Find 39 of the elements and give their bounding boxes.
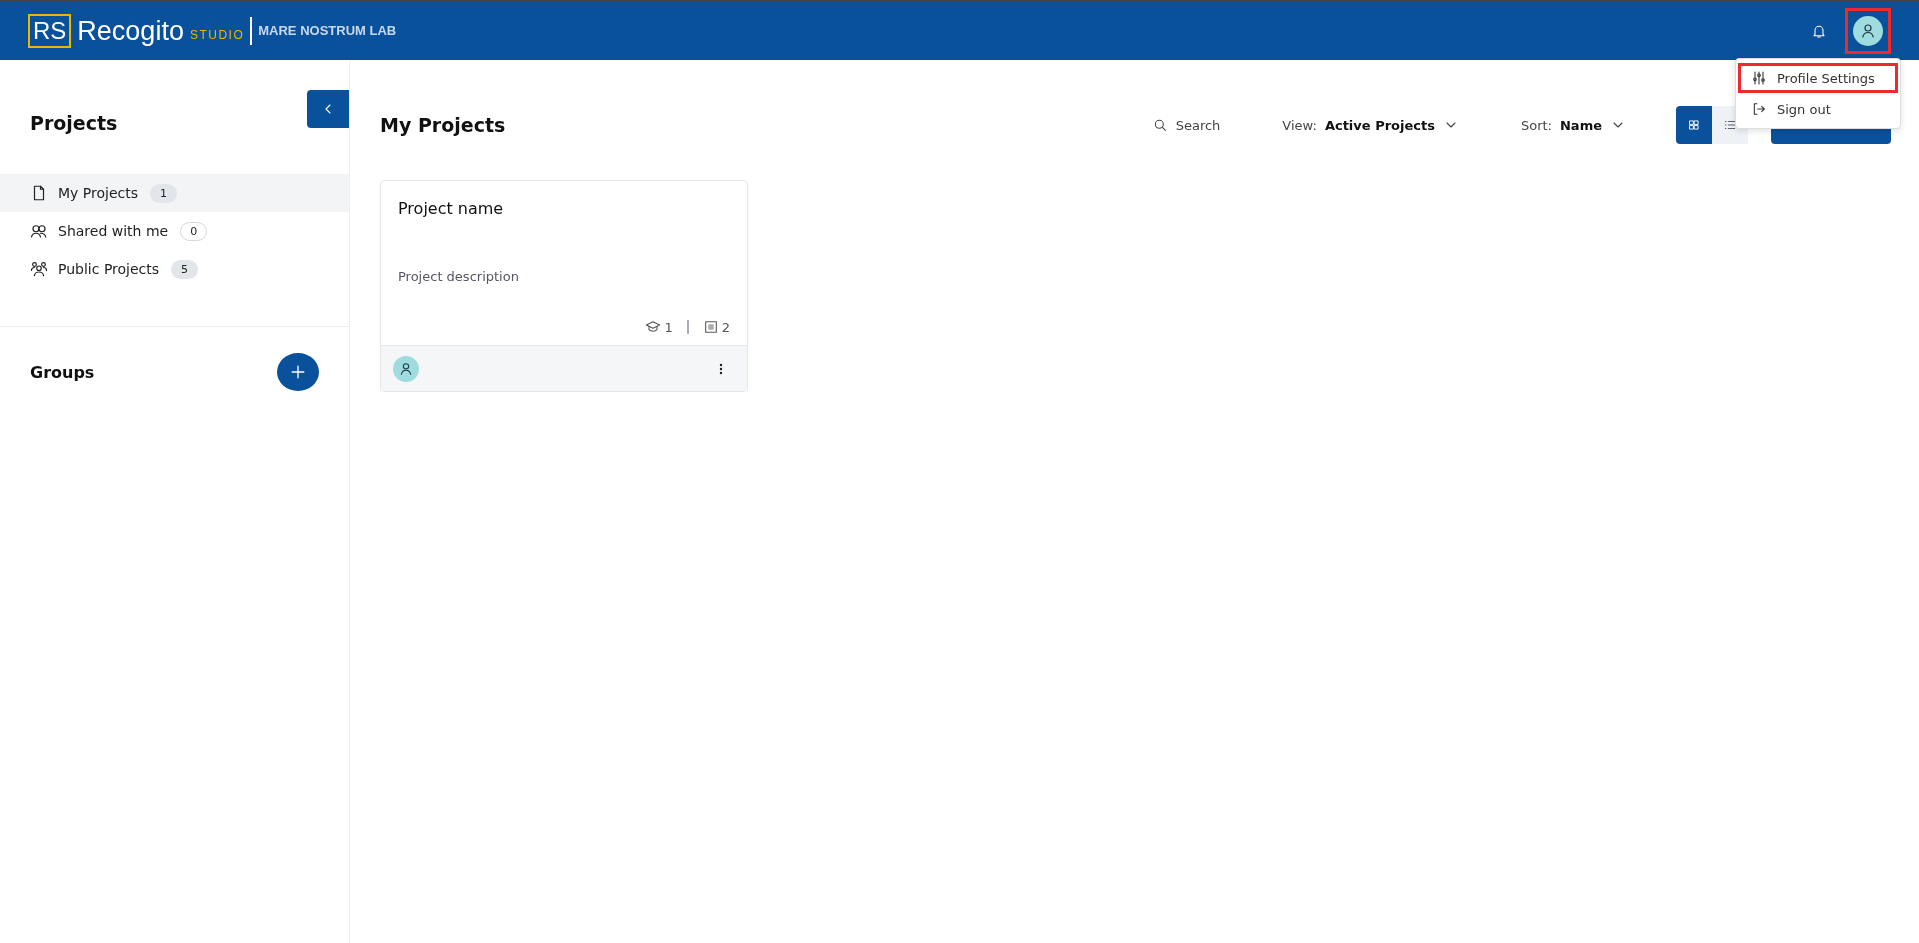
- sidebar-item-label: Shared with me: [58, 223, 169, 239]
- list-icon: [1723, 118, 1737, 132]
- search-button[interactable]: Search: [1145, 116, 1227, 134]
- user-avatar[interactable]: [1853, 16, 1883, 46]
- sign-out-icon: [1751, 101, 1767, 117]
- page-title: My Projects: [380, 114, 507, 136]
- logo-mark: RS: [28, 14, 72, 48]
- brand-name: Recogito: [77, 15, 184, 47]
- project-description: Project description: [397, 268, 520, 286]
- sliders-icon: [1751, 70, 1767, 86]
- menu-item[interactable]: Profile Settings: [1738, 63, 1898, 93]
- sidebar-item-label: My Projects: [58, 185, 138, 201]
- document-count: 2: [721, 319, 730, 335]
- sidebar-item[interactable]: Shared with me 0: [0, 212, 349, 250]
- group-icon: [30, 260, 48, 278]
- view-mode-button[interactable]: [1676, 106, 1712, 144]
- menu-item[interactable]: Sign out: [1738, 94, 1898, 124]
- person-icon: [398, 360, 414, 377]
- sidebar-title: Projects: [30, 112, 118, 134]
- brand-subtitle: STUDIO: [189, 28, 245, 42]
- sidebar-item[interactable]: Public Projects 5: [0, 250, 349, 288]
- groups-title: Groups: [30, 362, 95, 382]
- sidebar-item[interactable]: My Projects 1: [0, 174, 349, 212]
- count-badge: 1: [150, 183, 177, 203]
- graduation-cap-icon: [645, 319, 662, 335]
- count-badge: 5: [171, 259, 199, 279]
- view-dropdown[interactable]: View: Active Projects: [1276, 116, 1465, 134]
- assignment-count: 1: [664, 319, 673, 335]
- users-icon: [30, 222, 48, 240]
- person-icon: [1859, 22, 1877, 40]
- project-name: Project name: [397, 198, 505, 220]
- sidebar-item-label: Public Projects: [58, 261, 160, 277]
- sort-dropdown[interactable]: Sort: Name: [1514, 116, 1632, 134]
- organization-name: MARE NOSTRUM LAB: [250, 17, 397, 45]
- project-card[interactable]: Project name Project description 1 2: [380, 180, 748, 392]
- document-icon: [702, 319, 719, 335]
- bell-icon: [1811, 23, 1827, 39]
- add-group-button[interactable]: [277, 353, 319, 391]
- grid-icon: [1687, 118, 1701, 132]
